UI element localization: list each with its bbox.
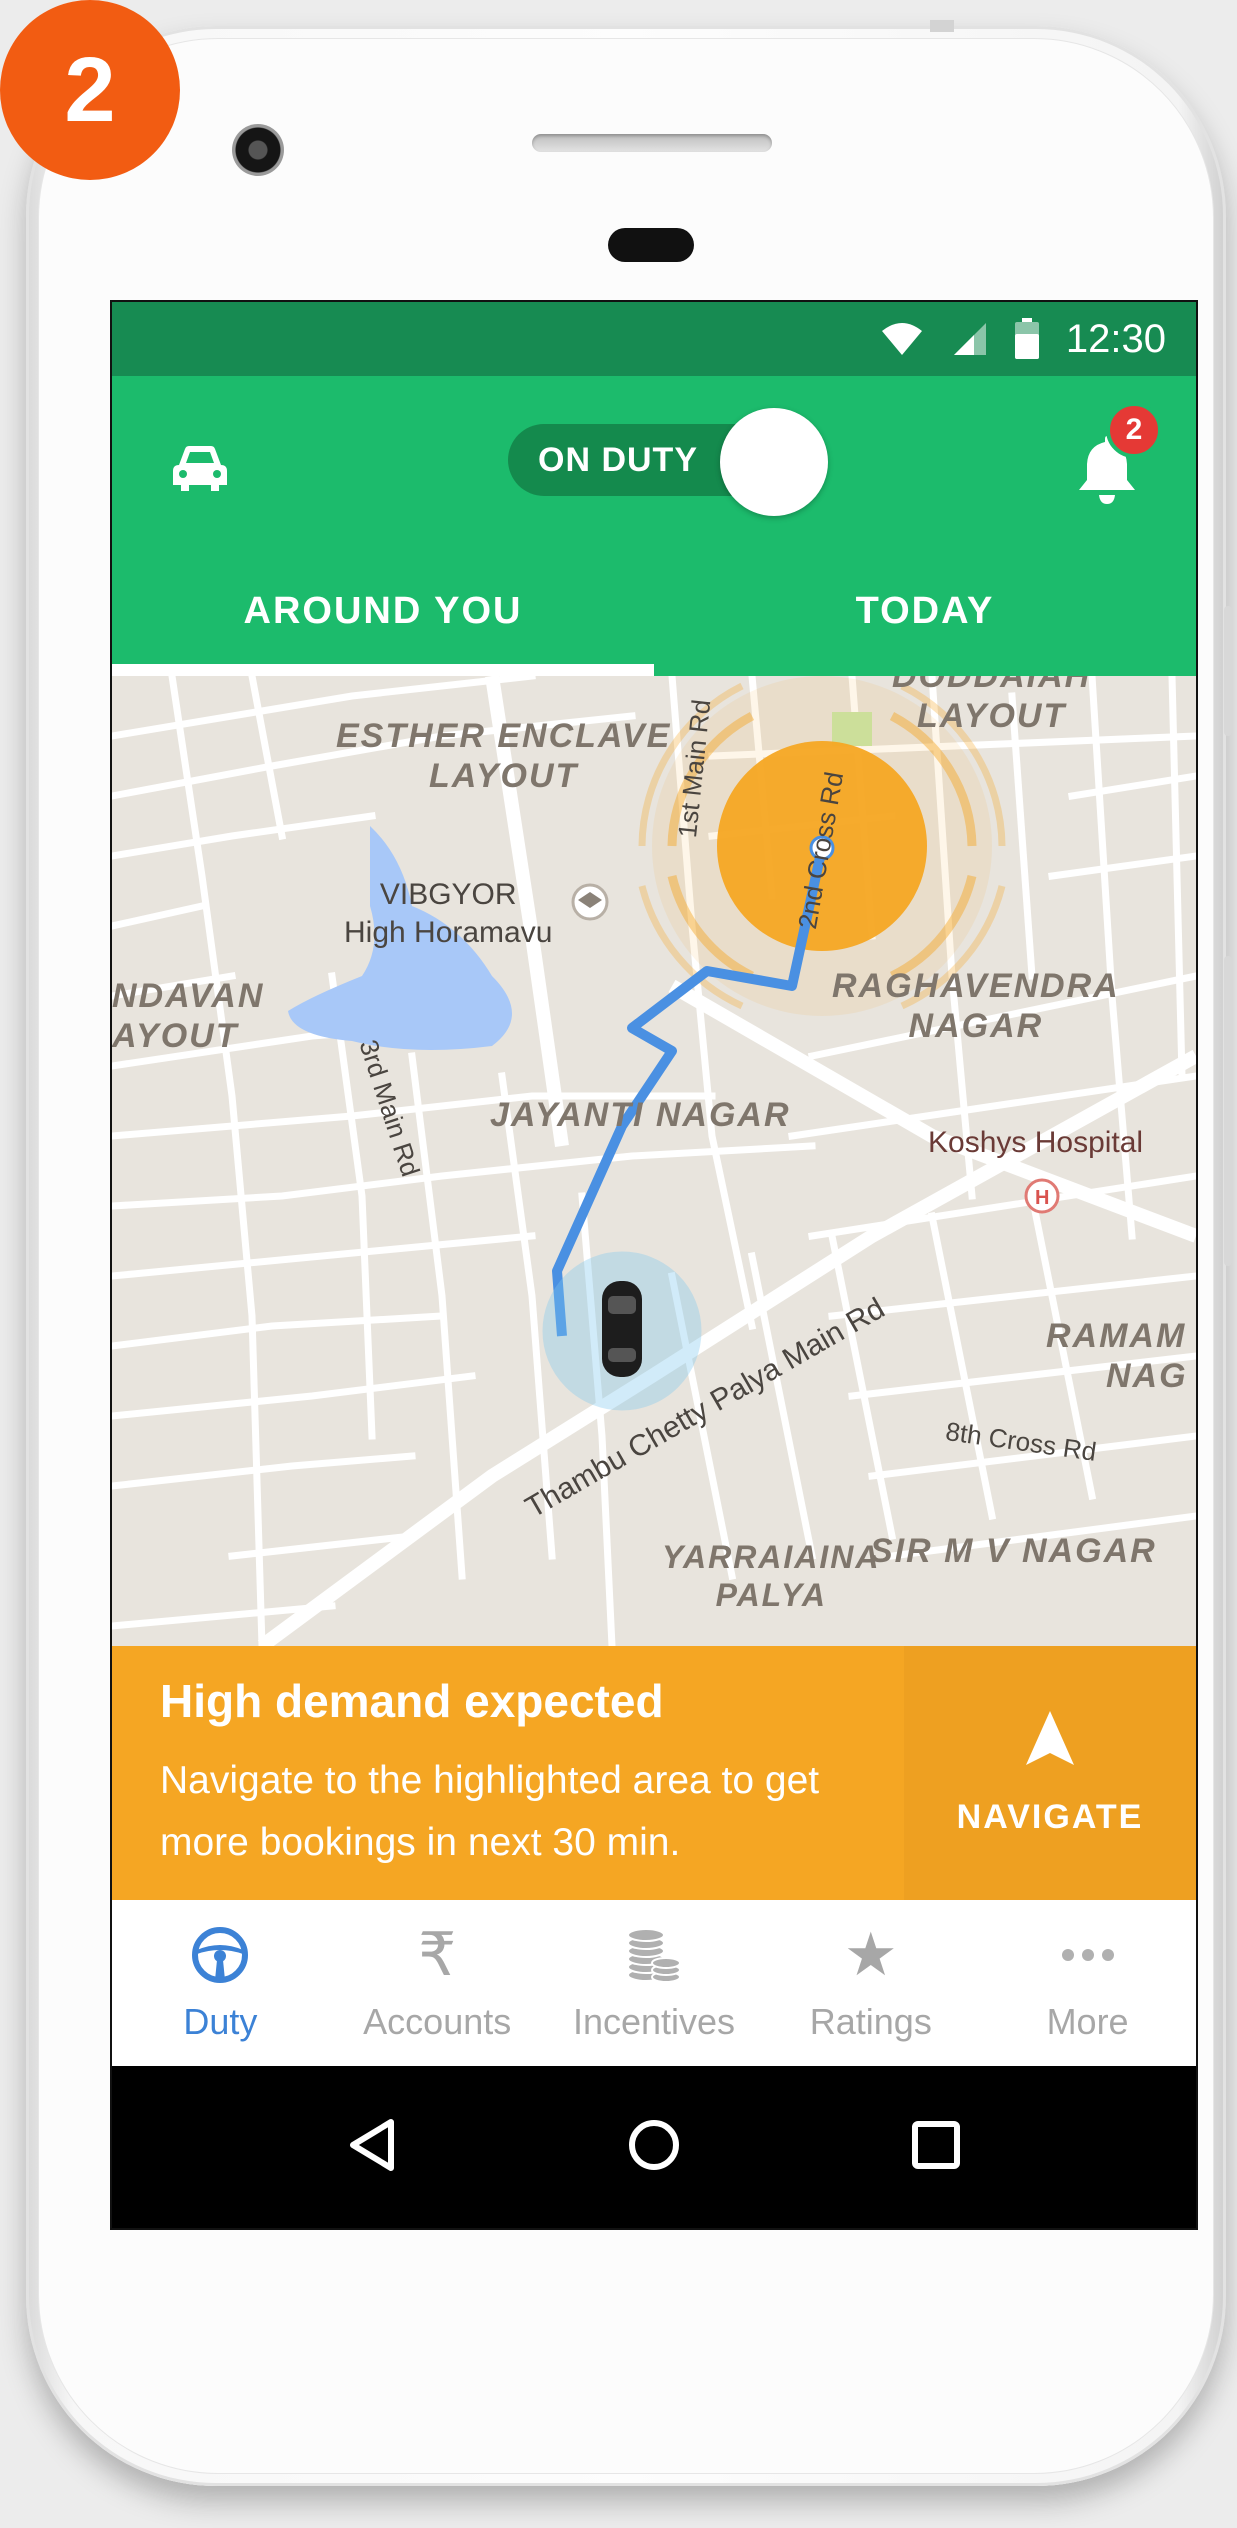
map-area-label: DODDAIAH LAYOUT [892,676,1092,735]
navigate-label: NAVIGATE [956,1798,1144,1836]
svg-text:H: H [1035,1187,1049,1209]
car-icon[interactable] [160,428,240,508]
tab-around-you[interactable]: AROUND YOU [112,546,654,676]
rupee-icon: ₹ [418,1921,457,1988]
nav-label: Ratings [809,2001,932,2042]
map-place-label: VIBGYOR High Horamavu [344,878,553,949]
coins-icon [624,1923,684,1987]
map-area-label: NDAVAN AYOUT [112,977,265,1055]
nav-item-duty[interactable]: Duty [112,1900,329,2066]
steering-wheel-icon [191,1923,249,1987]
nav-label: Incentives [572,2001,736,2042]
driver-location [542,1251,702,1411]
high-demand-banner: High demand expected Navigate to the hig… [112,1646,1196,1900]
signal-icon [950,321,988,357]
earpiece [608,228,694,262]
banner-title: High demand expected [160,1675,664,1727]
map-area-label: ESTHER ENCLAVE LAYOUT [336,717,672,795]
toggle-knob[interactable] [720,408,828,516]
back-icon[interactable] [347,2118,397,2177]
tab-today[interactable]: TODAY [654,546,1196,676]
more-icon [1061,1923,1115,1987]
map-area-label: SIR M V NAGAR [870,1532,1157,1570]
top-button [930,20,954,32]
map-view[interactable]: H ESTHER ENCLAVE LAYOUT DODDAIAH LAYOUT ND… [112,676,1196,1646]
bottom-navigation: Duty ₹ Accounts Incentives ★ Ratings Mor… [112,1900,1196,2066]
nav-label: Duty [183,2001,258,2042]
nav-item-ratings[interactable]: ★ Ratings [762,1900,979,2066]
app-screen: 12:30 ON DUTY 2 AROUND YOU TODAY H ESTHE… [110,300,1198,2230]
map-area-label: YARRAIAINA PALYA [662,1539,881,1613]
map-area-label: RAMAM NAG [1046,1317,1188,1395]
tab-bar: AROUND YOU TODAY [112,546,1196,676]
nav-item-more[interactable]: More [979,1900,1196,2066]
status-time: 12:30 [1065,316,1166,361]
step-number: 2 [64,38,116,141]
banner-body: Navigate to the highlighted area to get … [160,1759,820,1864]
recents-icon[interactable] [911,2120,961,2175]
on-duty-label: ON DUTY [538,441,698,479]
map-canvas: H [112,676,1196,1646]
navigation-arrow-icon [1024,1709,1076,1772]
battery-icon [1014,318,1040,360]
front-camera [232,124,284,176]
status-bar: 12:30 [112,302,1196,376]
hospital-icon: H [1024,1178,1060,1214]
home-icon[interactable] [627,2118,681,2177]
nav-label: Accounts [363,2001,512,2042]
navigate-button[interactable]: NAVIGATE [904,1646,1196,1900]
step-badge: 2 [0,0,180,180]
phone-frame: 12:30 ON DUTY 2 AROUND YOU TODAY H ESTHE… [26,20,1232,2486]
wifi-icon [880,321,924,357]
map-area-label: RAGHAVENDRA NAGAR [832,967,1120,1045]
nav-label: More [1046,2001,1129,2042]
nav-item-accounts[interactable]: ₹ Accounts [329,1900,546,2066]
speaker-grille [532,134,772,152]
nav-item-incentives[interactable]: Incentives [546,1900,763,2066]
school-icon [571,883,609,921]
map-area-label: JAYANTI NAGAR [490,1096,791,1134]
volume-button [1224,606,1232,736]
power-button [1224,956,1232,1266]
map-place-label: Koshys Hospital [928,1126,1144,1159]
app-header: ON DUTY 2 AROUND YOU TODAY [112,376,1196,676]
system-navigation-bar [112,2066,1196,2228]
notification-badge: 2 [1106,402,1162,458]
star-icon: ★ [843,1921,898,1988]
